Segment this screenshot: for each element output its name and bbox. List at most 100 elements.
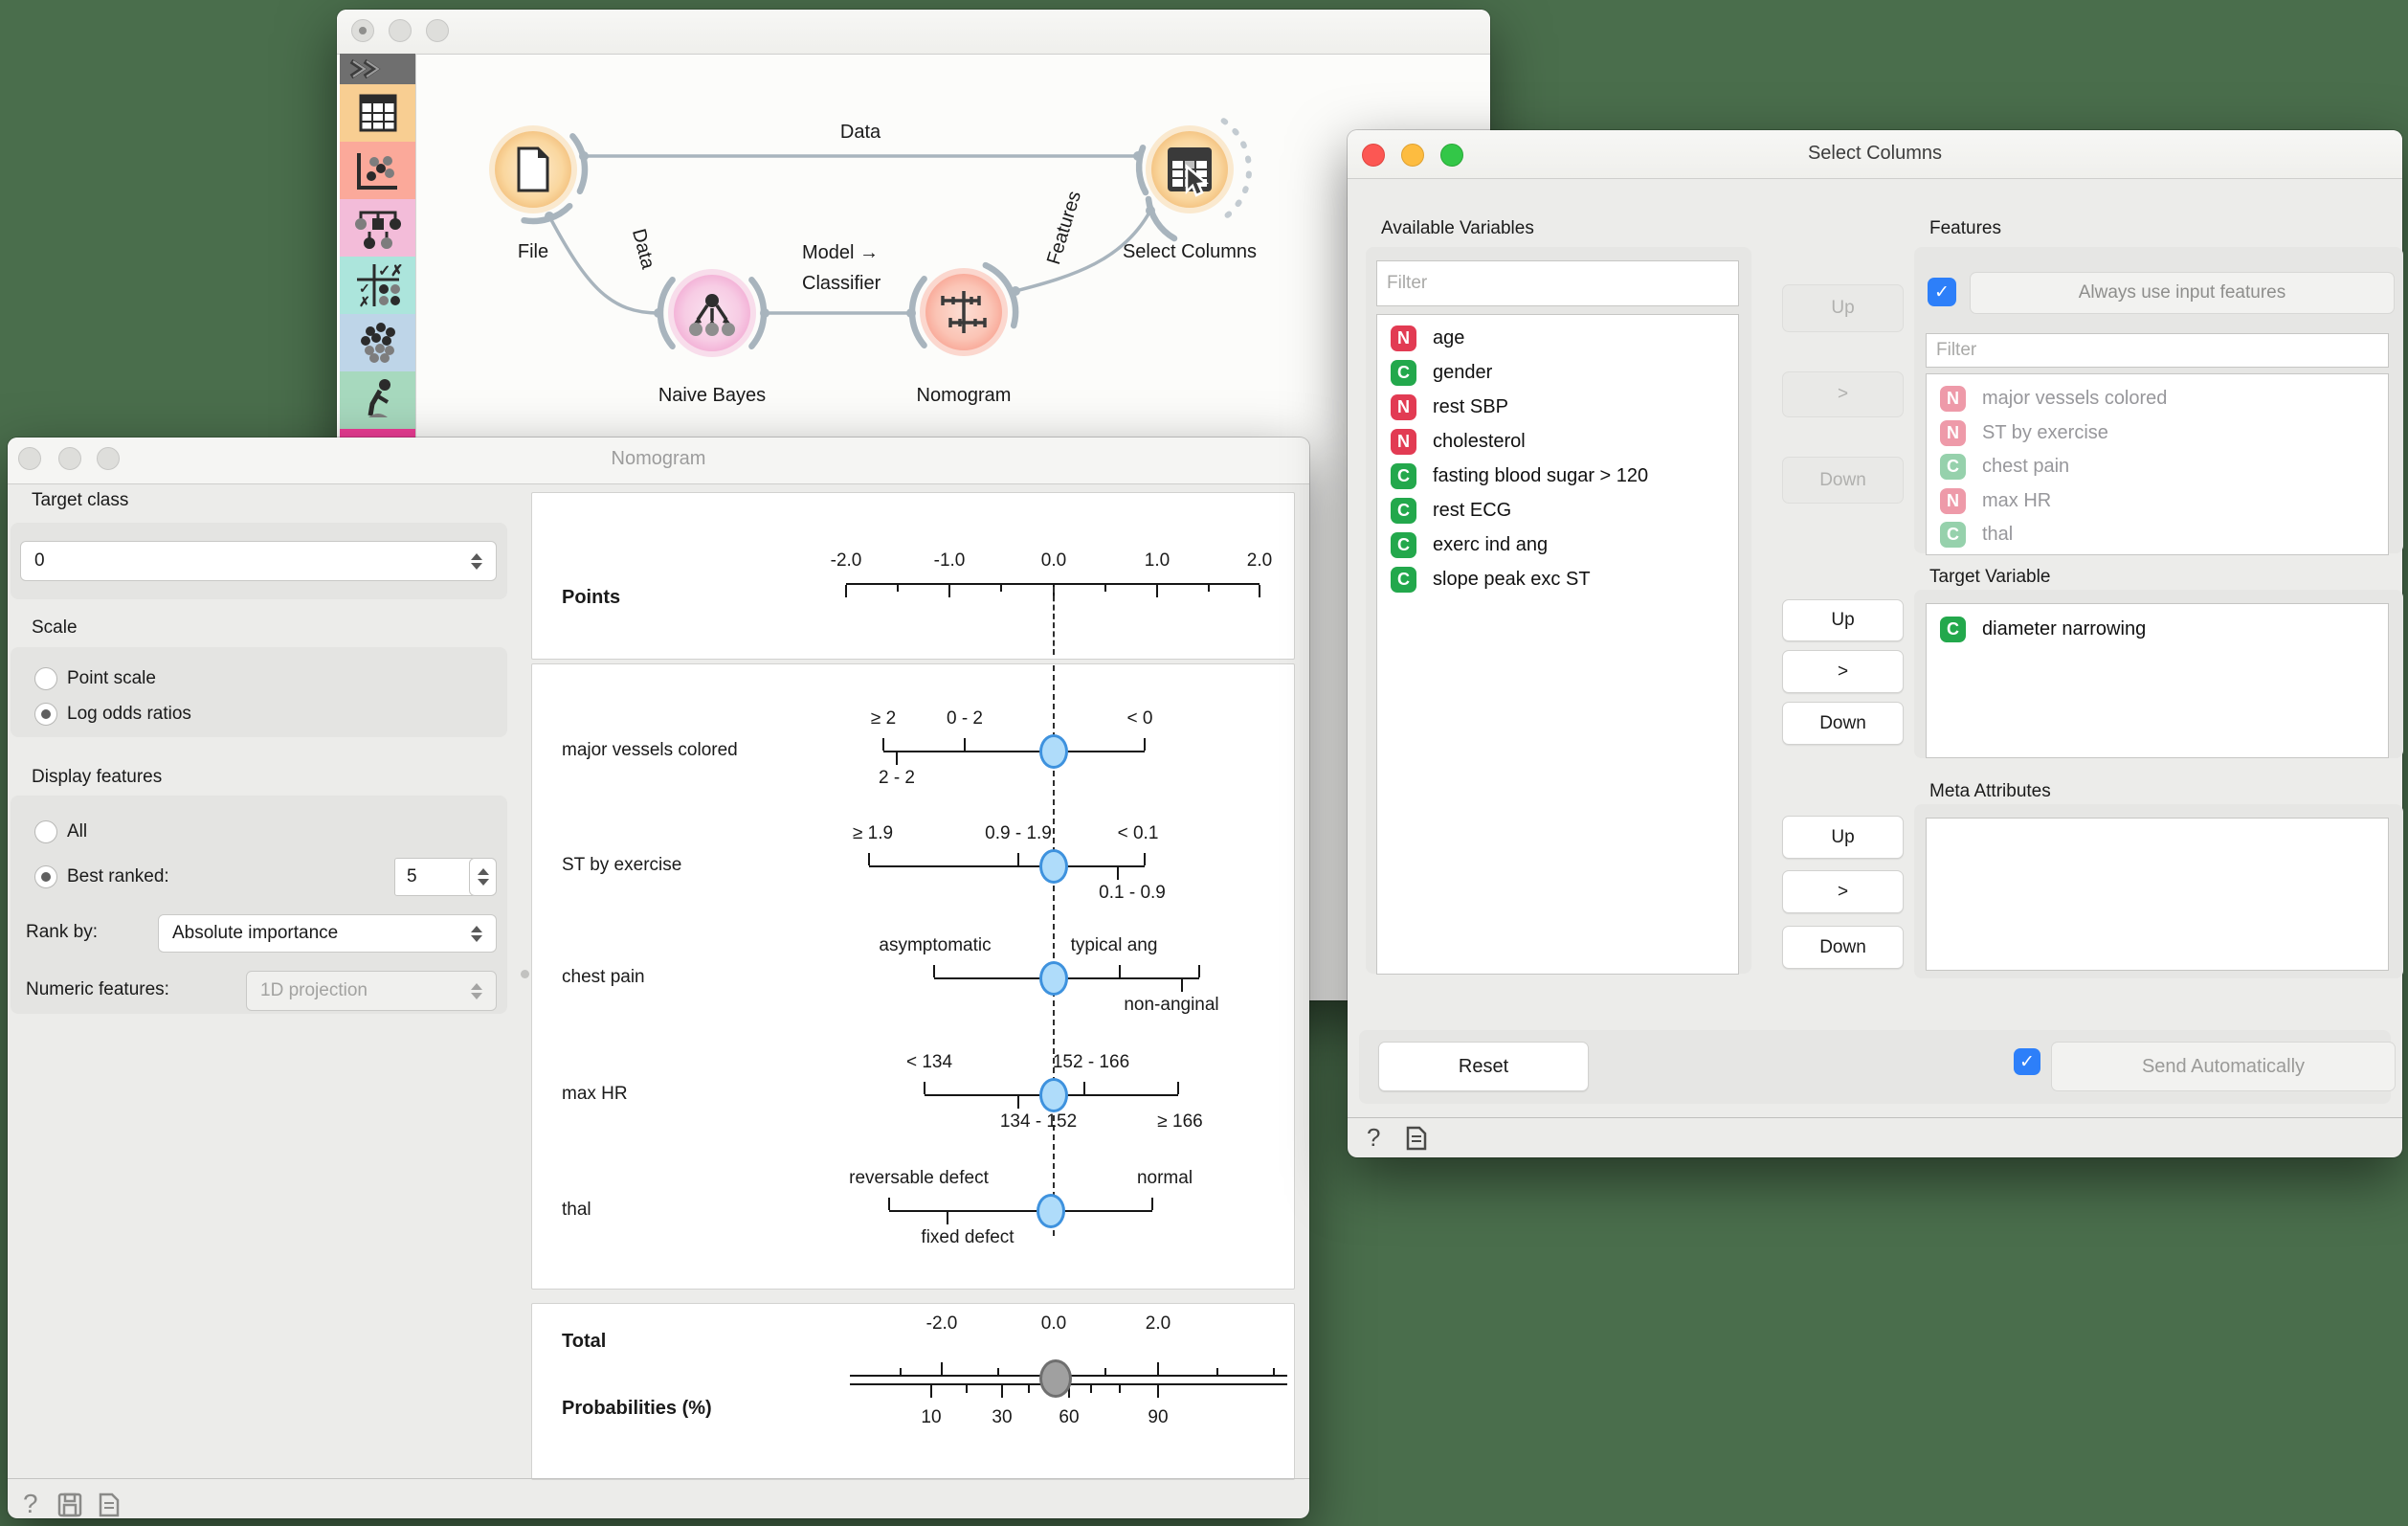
list-item[interactable]: Nmajor vessels colored — [1927, 382, 2388, 416]
meta-attributes-label: Meta Attributes — [1929, 781, 2051, 802]
features-filter-input[interactable] — [1926, 333, 2389, 368]
close-button[interactable] — [351, 19, 374, 42]
link-label-model-2: Classifier — [802, 273, 881, 294]
log-odds-label[interactable]: Log odds ratios — [67, 704, 191, 725]
scatter-plot-icon — [340, 142, 415, 199]
toolbar-unsupervised-category[interactable] — [340, 314, 415, 371]
target-up-button[interactable]: Up — [1782, 599, 1904, 641]
node-nomogram[interactable] — [920, 268, 1008, 356]
splitter-handle[interactable] — [521, 970, 529, 978]
list-item[interactable]: Cslope peak exc ST — [1377, 562, 1738, 596]
dialog-titlebar[interactable]: Select Columns — [1348, 130, 2402, 179]
toolbar-mining-category[interactable] — [340, 371, 415, 429]
categorical-variable-icon: C — [1391, 532, 1416, 558]
display-features-label: Display features — [32, 767, 162, 788]
report-icon[interactable] — [1405, 1126, 1428, 1151]
step-down-icon[interactable] — [478, 879, 489, 886]
all-radio[interactable] — [34, 820, 57, 843]
send-automatically-button[interactable]: Send Automatically — [2051, 1042, 2396, 1091]
help-icon[interactable]: ? — [23, 1489, 38, 1519]
link-label-data-top: Data — [840, 122, 881, 143]
list-item[interactable]: Crest ECG — [1377, 493, 1738, 527]
node-label-file: File — [518, 241, 548, 262]
save-report-icon[interactable] — [57, 1492, 82, 1517]
meta-move-button[interactable]: > — [1782, 870, 1904, 913]
best-ranked-label[interactable]: Best ranked: — [67, 866, 169, 887]
toolbar-visualize-category[interactable] — [340, 142, 415, 199]
toolbar-evaluate-category[interactable]: ✓ ✗ ✓ ✗ — [340, 257, 415, 314]
features-list[interactable]: Nmajor vessels coloredNST by exerciseCch… — [1926, 373, 2389, 555]
features-panel — [531, 663, 1295, 1290]
target-class-select[interactable]: 0 — [20, 541, 497, 581]
zoom-button[interactable] — [426, 19, 449, 42]
total-panel — [531, 1303, 1295, 1480]
variable-label: max HR — [1982, 490, 2051, 512]
meta-down-button[interactable]: Down — [1782, 926, 1904, 969]
features-up-button[interactable]: Up — [1782, 284, 1904, 332]
chevron-updown-icon — [471, 983, 482, 999]
step-up-icon[interactable] — [478, 868, 489, 875]
scale-label: Scale — [32, 617, 78, 639]
node-label-naive-bayes: Naive Bayes — [658, 385, 766, 406]
reset-button[interactable]: Reset — [1378, 1042, 1589, 1091]
node-label-nomogram: Nomogram — [917, 385, 1012, 406]
meta-attributes-list[interactable] — [1926, 818, 2389, 971]
list-item[interactable]: Ncholesterol — [1377, 424, 1738, 459]
target-variable-list[interactable]: Cdiameter narrowing — [1926, 603, 2389, 758]
node-file[interactable] — [489, 125, 577, 213]
target-down-button[interactable]: Down — [1782, 702, 1904, 745]
svg-text:✓: ✓ — [378, 263, 390, 280]
available-filter-input[interactable] — [1376, 260, 1739, 306]
best-ranked-spinbox[interactable]: 5 — [394, 858, 475, 896]
list-item[interactable]: Cfasting blood sugar > 120 — [1377, 459, 1738, 493]
categorical-variable-icon: C — [1940, 617, 1966, 642]
data-table-icon — [340, 84, 415, 142]
features-down-button[interactable]: Down — [1782, 457, 1904, 504]
report-icon[interactable] — [98, 1492, 121, 1517]
node-naive-bayes[interactable] — [668, 269, 756, 357]
all-label[interactable]: All — [67, 821, 87, 842]
features-move-button[interactable]: > — [1782, 371, 1904, 417]
list-item[interactable]: Cchest pain — [1927, 450, 2388, 484]
help-icon[interactable]: ? — [1367, 1123, 1380, 1153]
toolbar-data-category[interactable] — [340, 84, 415, 142]
nomogram-titlebar[interactable]: Nomogram — [8, 438, 1309, 484]
always-use-checkbox[interactable]: ✓ — [1928, 278, 1956, 306]
rank-by-select[interactable]: Absolute importance — [158, 914, 497, 953]
features-label: Features — [1929, 218, 2001, 239]
list-item[interactable]: Cgender — [1377, 355, 1738, 390]
toolbar-expand-button[interactable] — [340, 54, 415, 84]
always-use-button[interactable]: Always use input features — [1970, 272, 2395, 314]
point-scale-radio[interactable] — [34, 667, 57, 690]
list-item[interactable]: NST by exercise — [1927, 416, 2388, 451]
send-automatically-checkbox[interactable]: ✓ — [2014, 1048, 2040, 1075]
point-scale-label[interactable]: Point scale — [67, 668, 156, 689]
numeric-features-select[interactable]: 1D projection — [246, 971, 497, 1011]
dialog-title: Select Columns — [1348, 143, 2402, 165]
svg-text:✗: ✗ — [359, 294, 370, 309]
minimize-button[interactable] — [389, 19, 412, 42]
variable-label: gender — [1433, 362, 1492, 384]
variable-label: slope peak exc ST — [1433, 569, 1591, 591]
list-item[interactable]: Cthal — [1927, 518, 2388, 552]
link-label-data-side: Data — [628, 227, 658, 272]
variable-label: cholesterol — [1433, 431, 1526, 453]
available-variables-list[interactable]: NageCgenderNrest SBPNcholesterolCfasting… — [1376, 314, 1739, 975]
best-ranked-stepper[interactable] — [469, 858, 497, 896]
meta-up-button[interactable]: Up — [1782, 816, 1904, 859]
best-ranked-radio[interactable] — [34, 865, 57, 888]
list-item[interactable]: Cdiameter narrowing — [1927, 612, 2388, 646]
chevron-updown-icon — [471, 926, 482, 942]
variable-label: exerc ind ang — [1433, 534, 1548, 556]
list-item[interactable]: Nrest SBP — [1377, 390, 1738, 424]
node-select-columns[interactable] — [1146, 125, 1234, 213]
log-odds-radio[interactable] — [34, 703, 57, 726]
link-label-features: Features — [1043, 189, 1085, 267]
toolbar-model-category[interactable] — [340, 199, 415, 257]
list-item[interactable]: Nage — [1377, 321, 1738, 355]
status-separator — [1348, 1117, 2402, 1118]
list-item[interactable]: Nmax HR — [1927, 484, 2388, 519]
list-item[interactable]: Cexerc ind ang — [1377, 527, 1738, 562]
workflow-titlebar[interactable] — [337, 10, 1490, 55]
target-move-button[interactable]: > — [1782, 650, 1904, 693]
